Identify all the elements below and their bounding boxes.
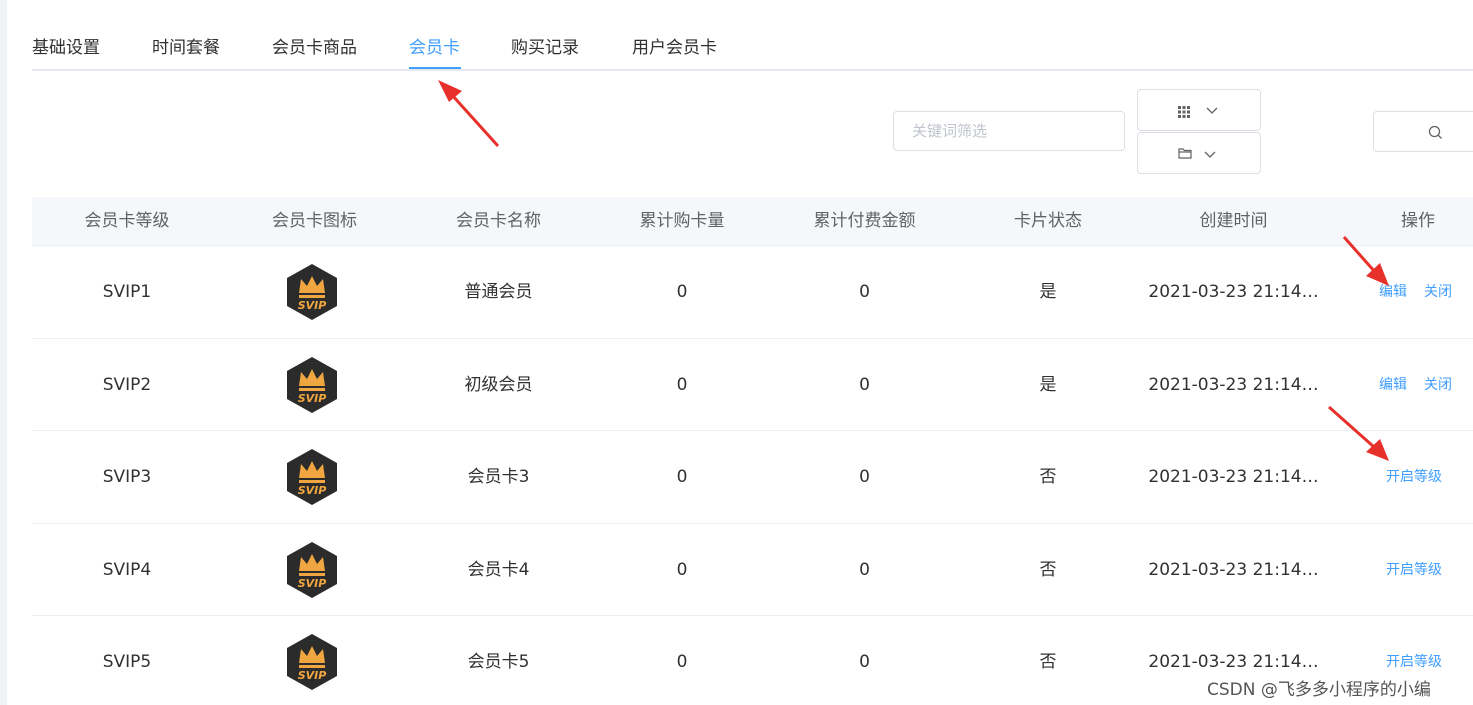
table-row: SVIP2 初级会员 0 0 是 2021-03-23 21:14… SVIP 编辑 关闭	[32, 339, 1473, 431]
cell-level: SVIP4	[102, 559, 152, 580]
table-body: SVIP1 普通会员 0 0 是 2021-03-23 21:14… SVIP 编辑 关闭 SVI…	[32, 246, 1473, 705]
cell-count: 0	[676, 282, 688, 302]
edit-link[interactable]: 编辑	[1379, 246, 1407, 338]
cell-created: 2021-03-23 21:14…	[1148, 374, 1319, 395]
annotation-arrow	[438, 80, 500, 148]
cell-name: 普通会员	[464, 282, 533, 302]
search-icon	[1428, 125, 1442, 139]
badge-text: SVIP	[298, 484, 327, 497]
cell-level: SVIP1	[102, 282, 152, 302]
left-border-strip	[0, 0, 7, 705]
cell-amount: 0	[859, 282, 870, 302]
table-row: SVIP4 会员卡4 0 0 否 2021-03-23 21:14… SVIP 开启等级	[32, 524, 1473, 616]
badge-text: SVIP	[298, 299, 327, 312]
cell-name: 会员卡5	[467, 652, 530, 672]
tab-basic-settings[interactable]: 基础设置	[32, 33, 100, 58]
folder-dropdown[interactable]	[1137, 132, 1261, 174]
cell-created: 2021-03-23 21:14…	[1148, 282, 1319, 302]
svip-crown-badge: SVIP	[287, 356, 337, 413]
col-amount: 累计付费金额	[813, 211, 916, 231]
search-button[interactable]	[1373, 111, 1473, 152]
cell-created: 2021-03-23 21:14…	[1148, 467, 1319, 487]
member-card-table: 会员卡等级 会员卡图标 会员卡名称 累计购卡量 累计付费金额 卡片状态 创建时间…	[32, 197, 1473, 705]
table-header: 会员卡等级 会员卡图标 会员卡名称 累计购卡量 累计付费金额 卡片状态 创建时间…	[32, 197, 1473, 246]
col-level: 会员卡等级	[84, 211, 170, 231]
svip-crown-badge: SVIP	[287, 541, 337, 598]
view-mode-dropdown[interactable]	[1137, 89, 1261, 131]
tab-time-package[interactable]: 时间套餐	[152, 33, 220, 58]
cell-status: 是	[1039, 282, 1057, 302]
tab-card-products[interactable]: 会员卡商品	[272, 33, 357, 58]
tab-bar: 基础设置 时间套餐 会员卡商品 会员卡 购买记录 用户会员卡	[32, 0, 1473, 71]
enable-level-link[interactable]: 开启等级	[1386, 431, 1442, 523]
cell-count: 0	[676, 374, 688, 395]
col-created: 创建时间	[1199, 211, 1268, 231]
badge-text: SVIP	[298, 669, 327, 682]
cell-name: 初级会员	[464, 374, 533, 395]
chevron-down-icon	[1204, 151, 1216, 158]
enable-level-link[interactable]: 开启等级	[1386, 524, 1442, 616]
cell-amount: 0	[859, 559, 870, 580]
cell-amount: 0	[859, 467, 870, 487]
chevron-down-icon	[1206, 107, 1218, 114]
svip-crown-badge: SVIP	[287, 634, 337, 690]
table-row: SVIP3 会员卡3 0 0 否 2021-03-23 21:14… SVIP 开启等级	[32, 431, 1473, 524]
col-status: 卡片状态	[1014, 211, 1082, 231]
col-icon: 会员卡图标	[272, 211, 357, 231]
cell-level: SVIP2	[102, 374, 152, 395]
svip-crown-badge: SVIP	[287, 449, 337, 505]
tab-purchase-records[interactable]: 购买记录	[511, 33, 579, 58]
cell-status: 否	[1039, 559, 1057, 580]
cell-created: 2021-03-23 21:14…	[1148, 559, 1319, 580]
active-tab-indicator	[409, 67, 461, 69]
edit-link[interactable]: 编辑	[1379, 339, 1407, 431]
cell-status: 否	[1039, 467, 1057, 487]
cell-amount: 0	[859, 374, 870, 395]
cell-count: 0	[676, 559, 688, 580]
cell-level: SVIP3	[102, 467, 152, 487]
cell-status: 是	[1039, 374, 1057, 395]
cell-level: SVIP5	[102, 652, 152, 672]
cell-status: 否	[1039, 652, 1057, 672]
cell-count: 0	[676, 467, 688, 487]
col-name: 会员卡名称	[456, 211, 541, 231]
cell-name: 会员卡4	[467, 559, 530, 580]
col-actions: 操作	[1401, 211, 1435, 231]
folder-icon	[1178, 148, 1192, 159]
col-count: 累计购卡量	[639, 211, 725, 231]
close-link[interactable]: 关闭	[1424, 339, 1452, 431]
close-link[interactable]: 关闭	[1424, 246, 1452, 338]
cell-amount: 0	[859, 652, 870, 672]
tab-member-card[interactable]: 会员卡	[409, 33, 460, 58]
cell-name: 会员卡3	[467, 467, 530, 487]
badge-text: SVIP	[298, 577, 327, 590]
tab-user-cards[interactable]: 用户会员卡	[632, 33, 717, 58]
table-row: SVIP1 普通会员 0 0 是 2021-03-23 21:14… SVIP 编辑 关闭	[32, 246, 1473, 339]
csdn-watermark: CSDN @飞多多小程序的小编	[1207, 680, 1431, 700]
grid-icon	[1178, 106, 1190, 118]
badge-text: SVIP	[298, 392, 327, 405]
cell-count: 0	[676, 652, 688, 672]
keyword-filter-input[interactable]	[893, 111, 1125, 151]
svip-crown-badge: SVIP	[287, 264, 337, 320]
